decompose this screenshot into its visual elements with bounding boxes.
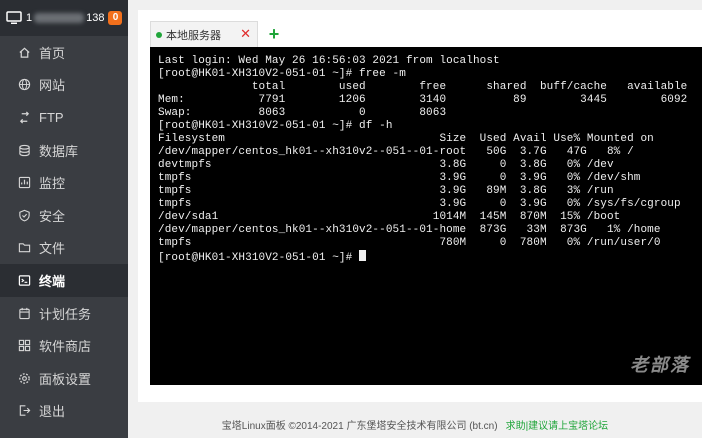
footer: 宝塔Linux面板 ©2014-2021 广东堡塔安全技术有限公司 (bt.cn…	[128, 410, 702, 438]
close-icon[interactable]: ✕	[240, 26, 251, 42]
sidebar-item-label: 面板设置	[39, 371, 92, 387]
terminal-output: Last login: Wed May 26 16:56:03 2021 fro…	[158, 55, 688, 264]
monitor-icon	[17, 176, 31, 190]
sidebar-item-label: 计划任务	[39, 306, 92, 322]
copyright-text: 宝塔Linux面板 ©2014-2021 广东堡塔安全技术有限公司 (bt.cn…	[221, 420, 498, 432]
sidebar-item-11[interactable]: 退出	[0, 395, 128, 428]
add-tab-button[interactable]: +	[264, 21, 284, 47]
terminal-tabbar: 本地服务器 ✕ +	[150, 21, 284, 47]
logout-icon	[17, 404, 31, 418]
server-header: 1 138 0	[0, 0, 128, 36]
sidebar-item-1[interactable]: 网站	[0, 69, 128, 102]
sidebar-nav: 首页网站 FTP 数据库监控安全文件终端计划任务软件商店面板设置退出	[0, 36, 128, 427]
sidebar-item-label: 文件	[39, 241, 66, 257]
terminal-icon	[17, 273, 31, 287]
server-ip: 1 138	[26, 12, 105, 24]
sidebar-item-label: 安全	[39, 208, 66, 224]
sidebar-item-label: 首页	[39, 45, 66, 61]
globe-icon	[17, 78, 31, 92]
sidebar-item-8[interactable]: 计划任务	[0, 297, 128, 330]
sidebar-item-0[interactable]: 首页	[0, 36, 128, 69]
sidebar-item-7[interactable]: 终端	[0, 264, 128, 297]
sidebar-item-label: 终端	[39, 273, 66, 289]
settings-icon	[17, 371, 31, 385]
folder-icon	[17, 241, 31, 255]
terminal-panel: 本地服务器 ✕ + Last login: Wed May 26 16:56:0…	[138, 10, 702, 402]
terminal-cursor	[359, 250, 367, 261]
sidebar-item-3[interactable]: 数据库	[0, 134, 128, 167]
status-dot-icon	[156, 31, 162, 38]
notification-badge[interactable]: 0	[108, 11, 123, 25]
sidebar-item-label: 退出	[39, 404, 66, 420]
sidebar-item-label: FTP	[39, 109, 64, 125]
sidebar-item-4[interactable]: 监控	[0, 166, 128, 199]
ftp-icon	[17, 110, 31, 124]
watermark: 老部落	[630, 355, 690, 376]
home-icon	[17, 45, 31, 59]
tab-label: 本地服务器	[166, 29, 221, 42]
apps-icon	[17, 339, 31, 353]
sidebar-item-label: 软件商店	[39, 339, 92, 355]
sidebar: 1 138 0 首页网站 FTP 数据库监控安全文件终端计划任务软件商店面板设置退出	[0, 0, 128, 438]
sidebar-item-label: 数据库	[39, 143, 79, 159]
help-link[interactable]: 求助|建议请上宝塔论坛	[506, 417, 609, 432]
terminal-screen[interactable]: Last login: Wed May 26 16:56:03 2021 fro…	[150, 47, 702, 385]
shield-icon	[17, 208, 31, 222]
sidebar-item-6[interactable]: 文件	[0, 232, 128, 265]
monitor-icon	[6, 10, 22, 26]
tab-local-server[interactable]: 本地服务器 ✕	[150, 21, 258, 47]
sidebar-item-2[interactable]: FTP	[0, 101, 128, 134]
sidebar-item-label: 网站	[39, 78, 66, 94]
sidebar-item-5[interactable]: 安全	[0, 199, 128, 232]
database-icon	[17, 143, 31, 157]
sidebar-item-10[interactable]: 面板设置	[0, 362, 128, 395]
sidebar-item-9[interactable]: 软件商店	[0, 329, 128, 362]
calendar-icon	[17, 306, 31, 320]
sidebar-item-label: 监控	[39, 176, 66, 192]
